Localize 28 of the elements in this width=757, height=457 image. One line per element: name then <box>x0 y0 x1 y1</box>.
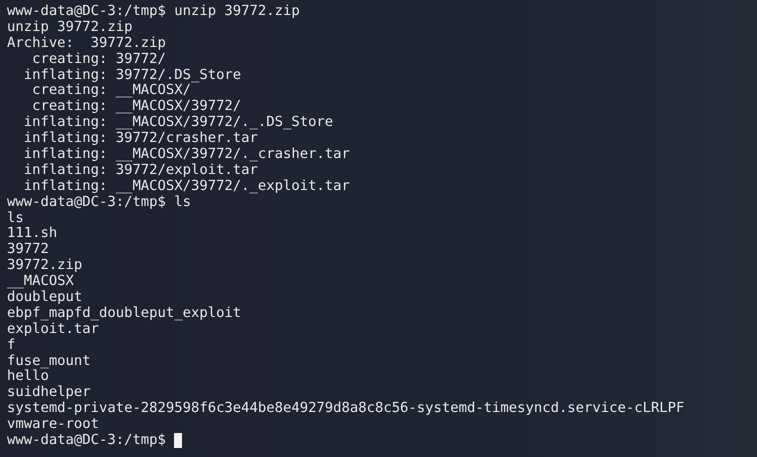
output-line: inflating: 39772/crasher.tar <box>22 131 258 147</box>
output-line: creating: __MACOSX/ <box>31 83 191 100</box>
prompt-text: www-data@DC-3:/tmp$ <box>7 433 166 449</box>
output-line: systemd-private-2829598f6c3e44be8e49279d8a8c8c56-systemd-timesyncd.service-cLRLPF <box>7 401 684 418</box>
output-line: 39772.zip <box>7 258 82 274</box>
output-line: 111.sh <box>7 226 58 242</box>
output-line: inflating: 39772/exploit.tar <box>22 162 258 179</box>
output-line: __MACOSX <box>7 274 74 290</box>
output-line: suidhelper <box>7 385 91 402</box>
output-line: hello <box>7 369 49 385</box>
command-line: www-data@DC-3:/tmp$ ls <box>7 194 191 211</box>
output-line: creating: __MACOSX/39772/ <box>31 99 242 115</box>
output-line: inflating: 39772/.DS_Store <box>22 68 242 84</box>
output-line: 39772 <box>7 242 49 258</box>
output-line: Archive: 39772.zip <box>7 36 166 52</box>
output-line: exploit.tar <box>7 322 99 338</box>
output-line: vmware-root <box>7 417 99 434</box>
output-line: inflating: __MACOSX/39772/._crasher.tar <box>22 147 350 163</box>
command-line: www-data@DC-3:/tmp$ unzip 39772.zip <box>7 4 300 20</box>
output-line: doubleput <box>7 290 82 306</box>
output-line: creating: 39772/ <box>31 52 166 68</box>
output-line: unzip 39772.zip <box>7 20 132 36</box>
output-line: ebpf_mapfd_doubleput_exploit <box>7 306 242 322</box>
output-line: fuse_mount <box>7 354 91 369</box>
output-line: inflating: __MACOSX/39772/._exploit.tar <box>22 178 350 195</box>
output-line: inflating: __MACOSX/39772/._.DS_Store <box>22 115 334 131</box>
output-line: f <box>7 338 16 354</box>
output-line: ls <box>7 210 24 226</box>
